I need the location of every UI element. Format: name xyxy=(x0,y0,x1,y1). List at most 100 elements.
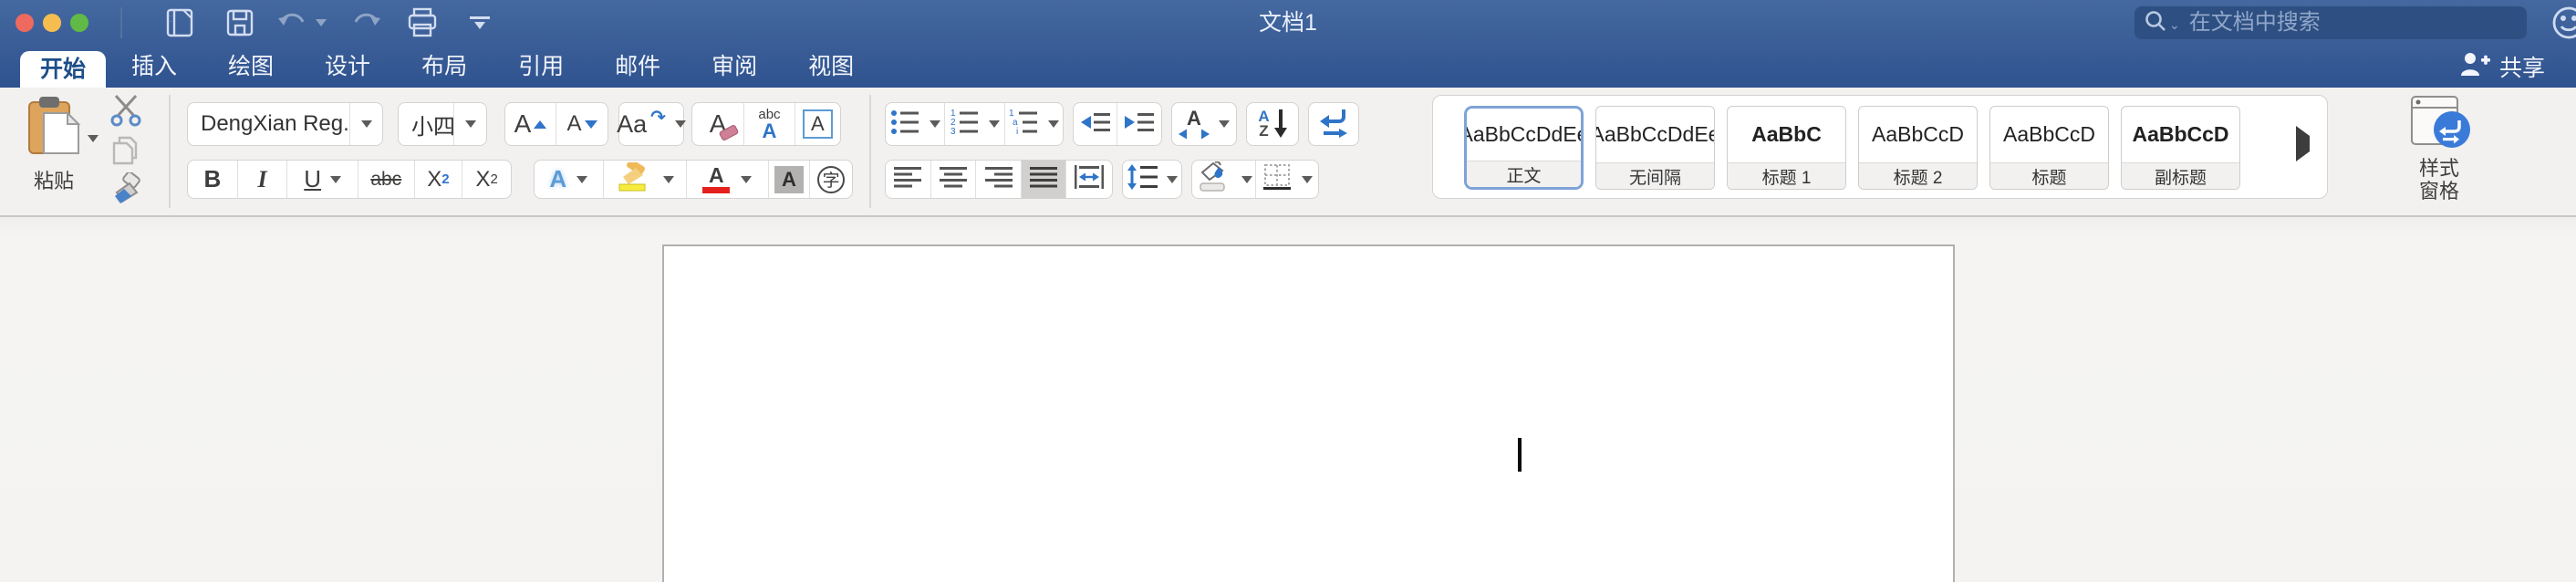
tab-review[interactable]: 审阅 xyxy=(686,46,783,88)
tab-view[interactable]: 视图 xyxy=(783,46,879,88)
tab-mailings[interactable]: 邮件 xyxy=(589,46,686,88)
superscript-button[interactable]: X2 xyxy=(462,161,511,198)
zoom-button[interactable] xyxy=(70,14,88,32)
sort-button[interactable]: A Z xyxy=(1246,102,1299,146)
copy-icon xyxy=(110,134,141,171)
shrink-font-button[interactable]: A xyxy=(556,103,608,145)
tab-layout[interactable]: 布局 xyxy=(396,46,493,88)
align-right-button[interactable] xyxy=(976,161,1022,198)
style-card-heading1[interactable]: AaBbC 标题 1 xyxy=(1727,106,1846,190)
paste-dropdown-chevron[interactable] xyxy=(88,135,99,142)
enclose-characters-button[interactable]: 字 xyxy=(810,161,852,198)
text-effects-label: A xyxy=(549,165,567,192)
shading-button[interactable] xyxy=(1192,161,1256,198)
numbered-list-icon: 123 xyxy=(950,109,979,140)
bar-icon xyxy=(470,16,490,19)
font-color-button[interactable]: A xyxy=(687,161,769,198)
search-scope-chevron[interactable]: ⌄ xyxy=(2169,17,2180,33)
font-style-group: B I U abc X2 X2 xyxy=(187,160,512,199)
styles-gallery: AaBbCcDdEe 正文 AaBbCcDdEe 无间隔 AaBbC 标题 1 … xyxy=(1432,95,2328,199)
change-case-button[interactable]: Aa ↷ xyxy=(617,102,686,146)
customize-toolbar-button[interactable] xyxy=(463,7,496,38)
character-border-button[interactable]: A xyxy=(795,103,840,145)
bold-button[interactable]: B xyxy=(188,161,238,198)
styles-gallery-expand-button[interactable] xyxy=(2296,126,2310,161)
document-page[interactable] xyxy=(662,244,1955,582)
bullets-button[interactable] xyxy=(886,103,946,145)
text-effects-button[interactable]: A xyxy=(535,161,604,198)
tab-draw[interactable]: 绘图 xyxy=(203,46,299,88)
save-icon xyxy=(224,7,255,38)
tab-design[interactable]: 设计 xyxy=(299,46,396,88)
grow-font-button[interactable]: A xyxy=(505,103,557,145)
borders-button[interactable] xyxy=(1256,161,1318,198)
tab-insert[interactable]: 插入 xyxy=(106,46,203,88)
chevron-down-icon xyxy=(1167,175,1178,183)
asian-layout-button[interactable]: A xyxy=(1171,102,1237,146)
multilevel-list-button[interactable]: 1ai xyxy=(1005,103,1063,145)
undo-dropdown[interactable] xyxy=(310,7,327,38)
align-left-button[interactable] xyxy=(886,161,931,198)
share-button[interactable]: 共享 xyxy=(2459,46,2545,88)
font-family-select[interactable]: DengXian Reg... xyxy=(187,102,383,146)
shrink-font-label: A xyxy=(566,111,582,136)
character-shading-button[interactable]: A xyxy=(769,161,811,198)
strikethrough-button[interactable]: abc xyxy=(358,161,415,198)
style-card-heading2[interactable]: AaBbCcD 标题 2 xyxy=(1858,106,1978,190)
numbering-button[interactable]: 123 xyxy=(945,103,1005,145)
feedback-smiley-icon[interactable] xyxy=(2550,5,2576,41)
line-spacing-button[interactable] xyxy=(1122,160,1182,199)
phonetic-guide-button[interactable]: abc A xyxy=(744,103,795,145)
style-card-title[interactable]: AaBbCcD 标题 xyxy=(1989,106,2109,190)
chevron-down-icon xyxy=(988,120,1000,128)
style-card-subtitle[interactable]: AaBbCcD 副标题 xyxy=(2121,106,2240,190)
styles-pane-button[interactable]: 样式 窗格 xyxy=(2392,95,2487,210)
font-family-dropdown[interactable] xyxy=(349,103,382,145)
search-box[interactable]: ⌄ xyxy=(2135,6,2527,39)
print-button[interactable] xyxy=(403,7,441,38)
style-card-normal[interactable]: AaBbCcDdEe 正文 xyxy=(1464,106,1584,190)
minimize-button[interactable] xyxy=(43,14,61,32)
show-formatting-marks-button[interactable] xyxy=(1308,102,1359,146)
redo-icon xyxy=(350,9,383,36)
superscript-digit: 2 xyxy=(490,171,498,187)
character-shading-label: A xyxy=(774,165,804,193)
underline-button[interactable]: U xyxy=(287,161,358,198)
triangle-down-icon xyxy=(584,120,597,129)
highlight-color-button[interactable] xyxy=(604,159,688,198)
copy-button[interactable] xyxy=(104,135,148,170)
tab-references[interactable]: 引用 xyxy=(493,46,589,88)
cut-button[interactable] xyxy=(102,93,150,130)
superscript-base: X xyxy=(475,166,491,192)
italic-label: I xyxy=(257,165,267,192)
align-center-button[interactable] xyxy=(931,161,977,198)
save-button[interactable] xyxy=(223,7,257,38)
redo-button[interactable] xyxy=(348,7,385,38)
font-size-dropdown[interactable] xyxy=(453,103,486,145)
decrease-indent-button[interactable] xyxy=(1074,103,1118,145)
style-name: 副标题 xyxy=(2122,162,2239,189)
search-icon xyxy=(2144,9,2167,37)
increase-indent-button[interactable] xyxy=(1117,103,1161,145)
share-label: 共享 xyxy=(2498,56,2545,81)
tab-home[interactable]: 开始 xyxy=(20,51,107,88)
chevron-down-icon xyxy=(1219,120,1230,128)
justify-button[interactable] xyxy=(1021,161,1067,198)
style-card-no-spacing[interactable]: AaBbCcDdEe 无间隔 xyxy=(1595,106,1715,190)
clear-formatting-button[interactable]: A xyxy=(692,103,745,145)
subscript-button[interactable]: X2 xyxy=(415,161,463,198)
font-size-select[interactable]: 小四 xyxy=(398,102,487,146)
font-family-value: DengXian Reg... xyxy=(201,111,349,136)
distribute-text-button[interactable] xyxy=(1066,161,1112,198)
undo-button[interactable] xyxy=(274,7,310,38)
style-sample: AaBbCcD xyxy=(2132,122,2229,146)
paragraph-marks-icon xyxy=(1318,107,1349,142)
group-separator xyxy=(169,95,171,208)
paste-button[interactable]: 粘贴 xyxy=(7,93,100,208)
search-input[interactable] xyxy=(2186,9,2518,36)
format-painter-button[interactable] xyxy=(102,171,150,210)
document-area[interactable] xyxy=(0,217,2576,582)
italic-button[interactable]: I xyxy=(238,161,288,198)
new-document-button[interactable] xyxy=(162,7,197,38)
close-button[interactable] xyxy=(16,14,34,32)
